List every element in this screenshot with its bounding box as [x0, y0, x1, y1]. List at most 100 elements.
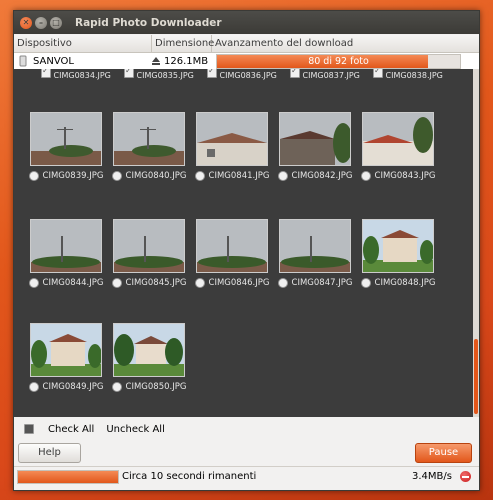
thumbnail-label: CIMG0842.JPG	[274, 171, 356, 181]
thumbnail[interactable]: CIMG0849.JPG	[25, 323, 107, 392]
thumbnail-image[interactable]	[30, 219, 102, 273]
thumbnail-image[interactable]	[196, 112, 268, 166]
title-bar: ✕ – □ Rapid Photo Downloader	[14, 11, 479, 34]
thumbnail[interactable]: CIMG0845.JPG	[108, 219, 190, 288]
thumbnail-image[interactable]	[30, 112, 102, 166]
checkbox-icon[interactable]	[207, 69, 217, 78]
check-all-link[interactable]: Check All	[48, 424, 94, 435]
stop-icon[interactable]	[460, 471, 471, 482]
checkbox-icon[interactable]	[194, 278, 205, 288]
thumbnail-label: CIMG0843.JPG	[357, 171, 439, 181]
thumbnail-partial[interactable]: CIMG0838.JPG	[373, 69, 443, 80]
thumbnail-label: CIMG0849.JPG	[25, 382, 107, 392]
thumbnail-filename: CIMG0834.JPG	[53, 71, 111, 80]
thumbnail-image[interactable]	[362, 112, 434, 166]
thumbnail[interactable]: CIMG0839.JPG	[25, 112, 107, 181]
window-title: Rapid Photo Downloader	[75, 16, 222, 29]
thumbnail-image[interactable]	[362, 219, 434, 273]
thumbnail-label: CIMG0845.JPG	[108, 278, 190, 288]
thumbnail[interactable]: CIMG0841.JPG	[191, 112, 273, 181]
thumbnail-image[interactable]	[196, 219, 268, 273]
thumbnail-label: CIMG0846.JPG	[191, 278, 273, 288]
thumbnail-image[interactable]	[279, 219, 351, 273]
thumbnail-image[interactable]	[113, 219, 185, 273]
checkbox-icon[interactable]	[28, 382, 39, 392]
checkbox-icon[interactable]	[124, 69, 134, 78]
thumbnail-image[interactable]	[279, 112, 351, 166]
check-bar: Check All Uncheck All	[14, 418, 479, 440]
device-table-header: Dispositivo Dimensione Avanzamento del d…	[14, 35, 479, 53]
thumbnail-label: CIMG0840.JPG	[108, 171, 190, 181]
device-name: SANVOL	[33, 55, 74, 67]
thumbnail-image[interactable]	[113, 112, 185, 166]
uncheck-all-link[interactable]: Uncheck All	[106, 424, 165, 435]
close-icon[interactable]: ✕	[20, 16, 32, 29]
pause-button[interactable]: Pause	[415, 443, 472, 463]
thumbnail-filename: CIMG0836.JPG	[219, 71, 277, 80]
checkbox-icon[interactable]	[28, 278, 39, 288]
thumbnail-partial[interactable]: CIMG0834.JPG	[41, 69, 111, 80]
thumbnail-image[interactable]	[30, 323, 102, 377]
thumbnail-filename: CIMG0838.JPG	[385, 71, 443, 80]
thumbnail-filename: CIMG0835.JPG	[136, 71, 194, 80]
gallery-scrollbar-thumb[interactable]	[474, 339, 478, 414]
thumbnail-partial[interactable]: CIMG0835.JPG	[124, 69, 194, 80]
checkbox-icon[interactable]	[111, 382, 122, 392]
thumbnail-image[interactable]	[113, 323, 185, 377]
device-size: 126.1MB	[164, 55, 209, 67]
download-speed: 3.4MB/s	[412, 471, 452, 482]
thumbnail-filename: CIMG0837.JPG	[302, 71, 360, 80]
maximize-icon[interactable]: □	[50, 16, 62, 29]
device-row[interactable]: SANVOL 126.1MB 80 di 92 foto	[14, 53, 479, 69]
thumbnail[interactable]: CIMG0840.JPG	[108, 112, 190, 181]
app-window: ✕ – □ Rapid Photo Downloader Dispositivo…	[13, 10, 480, 491]
checkbox-icon[interactable]	[41, 69, 51, 78]
eject-icon[interactable]	[151, 56, 161, 66]
thumbnail-label: CIMG0850.JPG	[108, 382, 190, 392]
checkbox-icon[interactable]	[373, 69, 383, 78]
checkbox-icon[interactable]	[360, 171, 371, 181]
status-bar: Circa 10 secondi rimanenti 3.4MB/s	[14, 466, 479, 486]
minimize-icon[interactable]: –	[35, 16, 47, 29]
thumbnail-filename: CIMG0846.JPG	[208, 278, 270, 288]
thumbnail[interactable]: CIMG0846.JPG	[191, 219, 273, 288]
device-progress-text: 80 di 92 foto	[308, 55, 369, 67]
thumbnail-filename: CIMG0844.JPG	[42, 278, 104, 288]
checkbox-icon[interactable]	[24, 424, 34, 434]
help-button[interactable]: Help	[18, 443, 81, 463]
thumbnail[interactable]: CIMG0848.JPG	[357, 219, 439, 288]
column-device[interactable]: Dispositivo	[14, 35, 152, 52]
thumbnail[interactable]: CIMG0847.JPG	[274, 219, 356, 288]
device-icon	[19, 55, 27, 67]
status-text: Circa 10 secondi rimanenti	[122, 471, 257, 482]
column-progress[interactable]: Avanzamento del download	[212, 35, 479, 52]
thumbnail-label: CIMG0847.JPG	[274, 278, 356, 288]
thumbnail[interactable]: CIMG0843.JPG	[357, 112, 439, 181]
checkbox-icon[interactable]	[277, 171, 288, 181]
device-progress-bar: 80 di 92 foto	[216, 53, 461, 69]
status-progress-fill	[18, 470, 118, 483]
thumbnail-partial[interactable]: CIMG0837.JPG	[290, 69, 360, 80]
checkbox-icon[interactable]	[111, 278, 122, 288]
checkbox-icon[interactable]	[194, 171, 205, 181]
checkbox-icon[interactable]	[290, 69, 300, 78]
checkbox-icon[interactable]	[111, 171, 122, 181]
thumbnail[interactable]: CIMG0850.JPG	[108, 323, 190, 392]
thumbnail-filename: CIMG0841.JPG	[208, 171, 270, 181]
thumbnail-label: CIMG0839.JPG	[25, 171, 107, 181]
thumbnail-gallery[interactable]: CIMG0834.JPG CIMG0835.JPG CIMG0836.JPG C…	[14, 69, 473, 417]
gallery-scrollbar[interactable]	[473, 69, 479, 417]
thumbnail-filename: CIMG0840.JPG	[125, 171, 187, 181]
thumbnail-label: CIMG0844.JPG	[25, 278, 107, 288]
thumbnail[interactable]: CIMG0844.JPG	[25, 219, 107, 288]
column-size[interactable]: Dimensione	[152, 35, 214, 52]
thumbnail-label: CIMG0848.JPG	[357, 278, 439, 288]
thumbnail-filename: CIMG0843.JPG	[374, 171, 436, 181]
window-controls: ✕ – □	[20, 16, 62, 29]
checkbox-icon[interactable]	[28, 171, 39, 181]
checkbox-icon[interactable]	[277, 278, 288, 288]
thumbnail[interactable]: CIMG0842.JPG	[274, 112, 356, 181]
checkbox-icon[interactable]	[360, 278, 371, 288]
thumbnail-partial[interactable]: CIMG0836.JPG	[207, 69, 277, 80]
thumbnail-label: CIMG0841.JPG	[191, 171, 273, 181]
